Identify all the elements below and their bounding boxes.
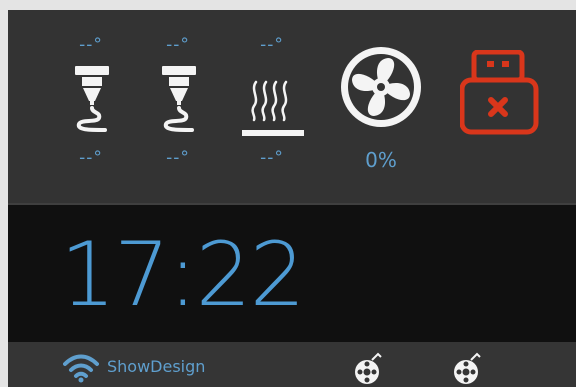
clock-panel: 17:22	[8, 205, 576, 342]
wifi-icon	[63, 354, 99, 383]
nozzle-2-target-temp: --°	[166, 148, 190, 168]
nozzle-2-status[interactable]: --° --°	[142, 10, 214, 203]
heated-bed-icon	[242, 80, 304, 136]
usb-disconnected-icon[interactable]	[460, 50, 540, 136]
nozzle-1-target-temp: --°	[79, 148, 103, 168]
spool-icon[interactable]	[453, 351, 483, 387]
nozzle-1-status[interactable]: --° --°	[55, 10, 127, 203]
clock-time: 17:22	[60, 223, 306, 326]
fan-speed-label: 0%	[365, 148, 397, 172]
fan-status[interactable]: 0%	[338, 10, 424, 203]
bed-status[interactable]: --° --°	[236, 10, 308, 203]
printer-screen: --° --° --° --° --° --° 0% 17:22 ShowDes…	[8, 10, 576, 387]
nozzle-icon	[162, 66, 196, 132]
bottom-bar: ShowDesign	[8, 342, 576, 387]
nozzle-2-current-temp: --°	[166, 35, 190, 55]
bed-target-temp: --°	[260, 148, 284, 168]
wifi-ssid: ShowDesign	[107, 357, 206, 376]
spool-icon[interactable]	[354, 351, 384, 387]
nozzle-icon	[75, 66, 109, 132]
fan-icon	[341, 47, 421, 127]
nozzle-1-current-temp: --°	[79, 35, 103, 55]
status-panel: --° --° --° --° --° --° 0%	[8, 10, 576, 203]
bed-current-temp: --°	[260, 35, 284, 55]
